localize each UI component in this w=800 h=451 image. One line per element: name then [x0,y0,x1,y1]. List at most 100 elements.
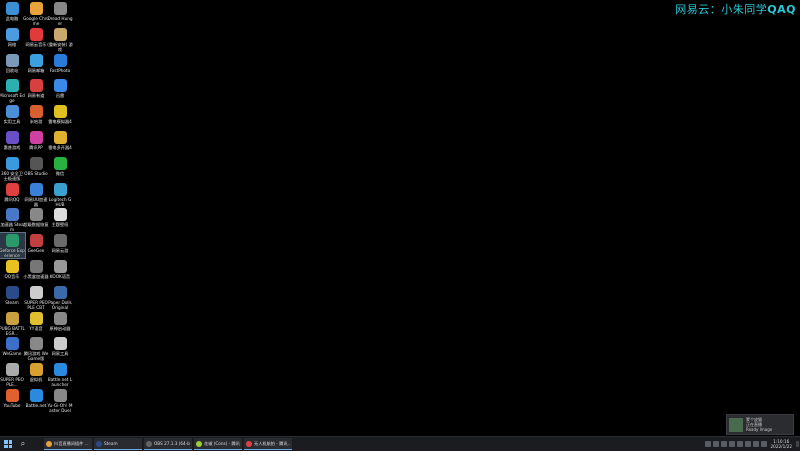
shortcut-label: 原神启动器 [49,325,71,331]
tray-app-icon[interactable] [736,441,743,447]
desktop-shortcut[interactable]: 原神启动器 [47,311,73,331]
clock[interactable]: 1:10:16 2022/1/22 [768,439,795,449]
desktop-shortcut[interactable]: 网易UU加速器 [23,182,49,207]
tray-app-icon[interactable] [728,441,735,447]
desktop-shortcut[interactable]: Battle.net [23,388,49,408]
desktop-shortcut[interactable]: 虚拟机 [23,362,49,382]
search-icon[interactable]: ⌕ [16,438,30,450]
desktop-shortcut[interactable]: YouTube [0,388,25,408]
desktop-shortcut[interactable]: 超级数据恢复 [23,207,49,227]
shortcut-label: 虚拟机 [29,377,43,383]
desktop-shortcut[interactable]: GeeGee [23,233,49,253]
taskbar-app-button[interactable]: 无人机航拍 - 腾讯... [244,438,292,450]
tray-app-icon[interactable] [712,441,719,447]
network-icon[interactable] [752,441,759,447]
notification-popup[interactable]: 蒙个皮猫 正在直播 Ready Image [726,414,794,435]
tray-app-icon[interactable] [704,441,711,447]
desktop-shortcut[interactable]: 小黑盒加速器 [23,259,49,279]
app-icon [5,53,19,67]
desktop-shortcut[interactable]: Paper Dolls Original [47,285,73,310]
desktop-shortcut[interactable]: KOOK语音 [47,259,73,279]
desktop-shortcut[interactable]: 网络 [0,27,25,47]
app-icon [53,2,67,15]
desktop-shortcut[interactable]: OBS Studio [23,156,49,176]
desktop-shortcut[interactable]: 网易工具 [47,336,73,356]
desktop-shortcut[interactable]: Steam [0,285,25,305]
shortcut-label: 网络 [7,41,17,47]
app-icon [5,311,19,325]
shortcut-label: 网易工具 [51,351,69,357]
desktop-shortcut[interactable]: 米哈游 [23,104,49,124]
app-icon [29,234,43,248]
start-button[interactable] [0,438,16,450]
app-icon [53,389,67,402]
desktop-shortcut[interactable]: PUBG BATTLEGR... [0,311,25,336]
desktop-shortcut[interactable]: Logitech G HUB [47,182,73,207]
taskbar-app-button[interactable]: OBS 27.1.3 (64-bit... [144,438,192,450]
desktop-shortcut[interactable]: 主题壁纸 [47,207,73,227]
desktop-shortcut[interactable]: QQ音乐 [0,259,25,279]
desktop-shortcut[interactable]: 实用工具 [0,104,25,124]
desktop-shortcut[interactable]: 腾讯游戏 WeGame版 [23,336,49,361]
tray-app-icon[interactable] [744,441,751,447]
app-icon [29,105,43,119]
desktop-shortcut[interactable]: (重新安装) 游戏 [47,27,73,52]
app-icon [5,27,19,41]
desktop-shortcut[interactable]: 网易云游 [47,233,73,253]
desktop-shortcut[interactable]: 迅雷 [47,78,73,98]
shortcut-label: 网易UU加速器 [24,196,48,207]
app-icon [5,389,19,402]
volume-icon[interactable] [760,441,767,447]
desktop-shortcut[interactable]: 此电脑 [0,1,25,21]
watermark-latin: QAQ [767,3,796,16]
taskbar-app-icon [46,440,52,447]
desktop-shortcut[interactable]: 网易有道 [23,78,49,98]
desktop-shortcut[interactable]: YY语音 [23,311,49,331]
desktop-shortcut[interactable]: SUPER PEOPLE... [0,362,25,387]
shortcut-label: 雷电多开器4 [48,145,72,150]
app-icon [5,260,19,273]
taskbar-app-label: Steam [104,441,118,446]
desktop-shortcut[interactable]: Battle.net Launcher [47,362,73,387]
desktop-shortcut[interactable]: FastPhoto [47,53,73,73]
desktop-shortcut[interactable]: 360 安全卫士极速版 [0,156,25,181]
taskbar-app-button[interactable]: 花椒 (Cons) - 腾讯... [194,438,242,450]
taskbar-app-button[interactable]: 抖音直播间插件 ... [44,438,92,450]
app-icon [29,27,43,41]
app-icon [53,53,67,67]
shortcut-label: Microsoft Edge [0,93,25,104]
desktop-shortcut[interactable]: 惠普游戏 [0,130,25,150]
desktop-shortcut[interactable]: 雷电多开器4 [47,130,73,150]
app-icon [5,131,19,144]
desktop-shortcut[interactable]: WeGame [0,336,25,356]
desktop-shortcut[interactable]: 微信 [47,156,73,176]
app-icon [5,79,19,93]
app-icon [53,337,67,351]
desktop-shortcut[interactable]: 回收站 [0,53,25,73]
desktop-shortcut[interactable]: 网易邮箱 [23,53,49,73]
desktop-shortcut[interactable]: Microsoft Edge [0,78,25,103]
desktop-shortcut[interactable]: 网易云音乐 [23,27,49,47]
desktop-shortcut[interactable]: SUPER PEOPLE CBT [23,285,49,310]
shortcut-label: 此电脑 [5,16,19,21]
desktop-shortcut[interactable]: 加速器 Steam [0,207,25,232]
desktop-shortcut[interactable]: 腾讯QQ [0,182,25,202]
shortcut-label: 迅雷 [55,93,65,99]
show-desktop-button[interactable] [796,441,799,447]
taskbar-apps: 抖音直播间插件 ... Steam OBS 27.1.3 (64-bit... 花椒 … [44,438,294,450]
desktop-shortcut[interactable]: Dread Hunger [47,1,73,26]
desktop-shortcut[interactable]: Yu-Gi-Oh! Master Duel [47,388,73,413]
shortcut-label: GeeGee [27,248,45,254]
app-icon [29,2,43,15]
taskbar-app-button[interactable]: Steam [94,438,142,450]
app-icon [53,363,67,377]
desktop-shortcut[interactable]: Geforce Experience [0,232,26,260]
desktop-shortcut[interactable]: Google Chrome [23,1,49,26]
desktop-shortcut[interactable]: 腾讯PP [23,130,49,150]
shortcut-label: 网易云音乐 [25,41,47,47]
app-icon [53,260,67,273]
app-icon [53,182,67,196]
tray-app-icon[interactable] [720,441,727,447]
desktop-shortcut[interactable]: 雷电模拟器4 [47,104,73,124]
app-icon [29,337,43,351]
